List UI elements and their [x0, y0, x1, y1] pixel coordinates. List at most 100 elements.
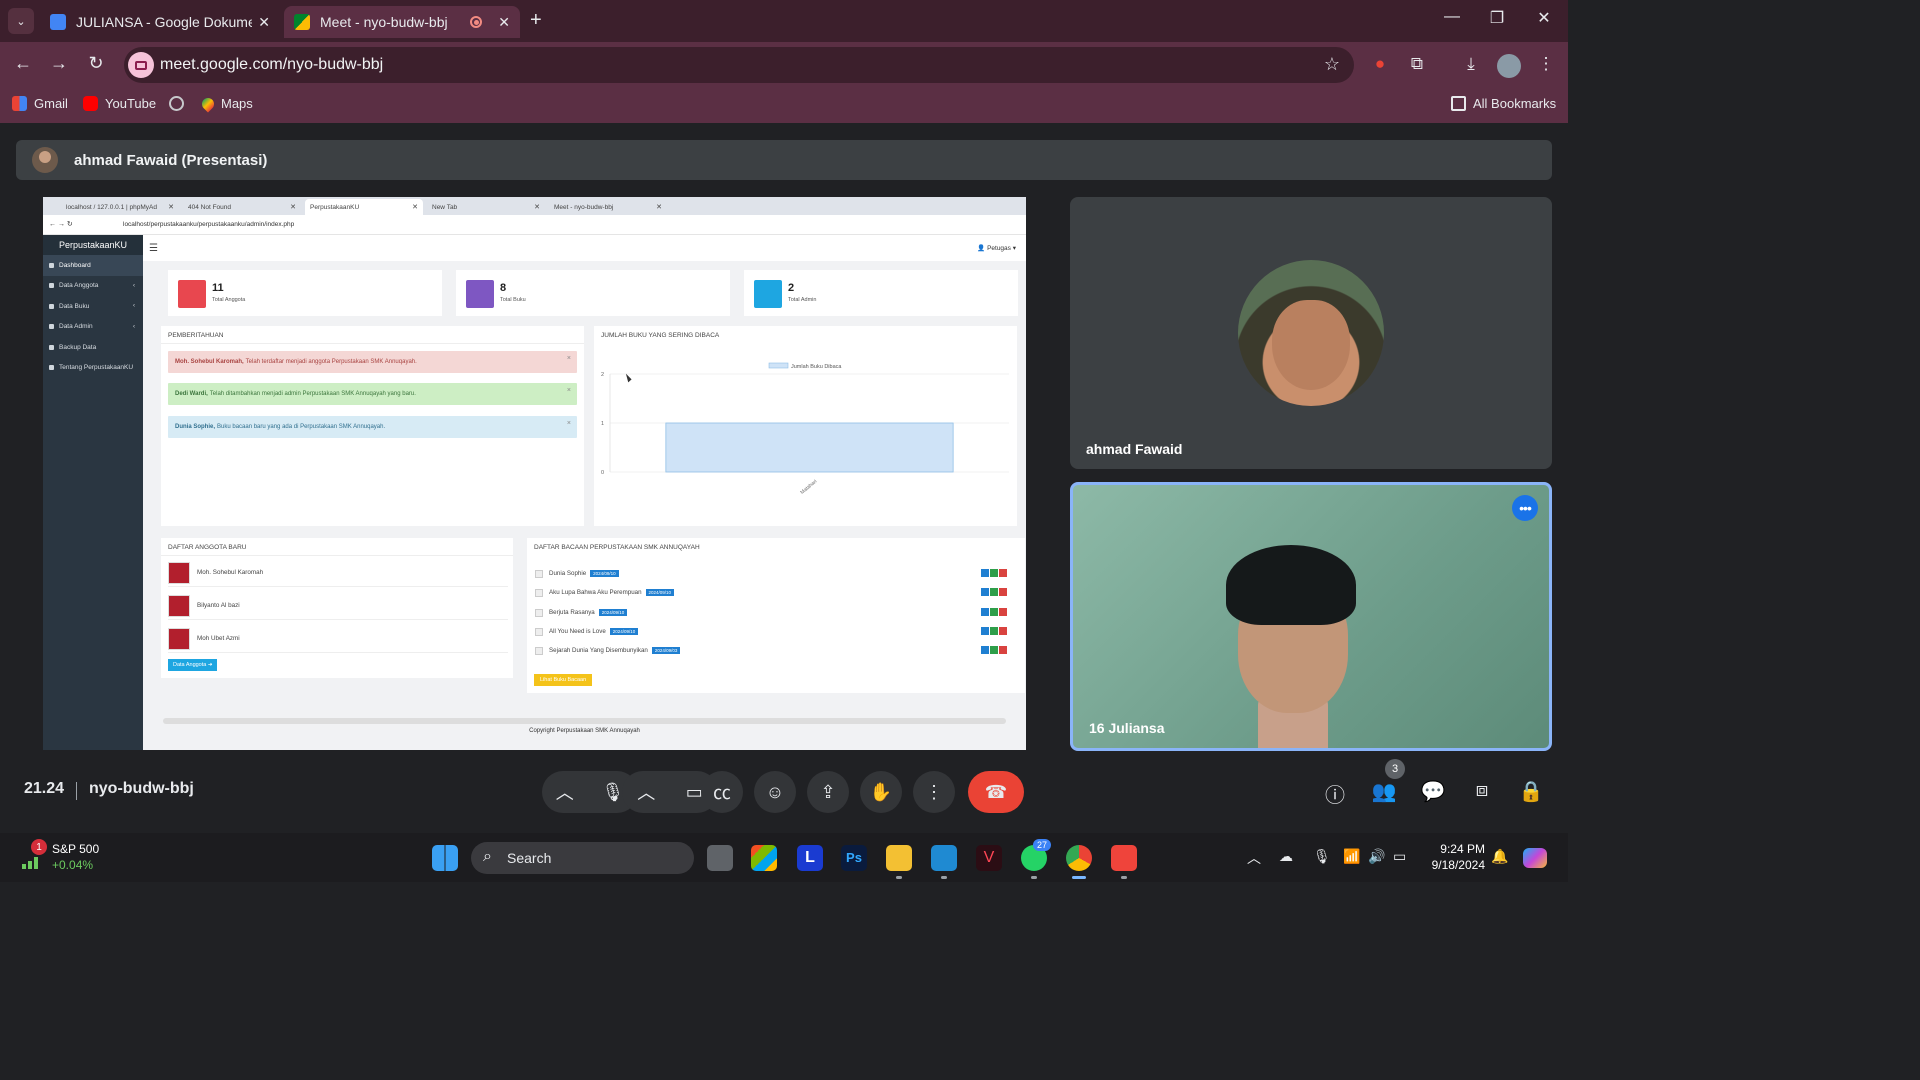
new-tab-button[interactable]: +	[530, 9, 542, 32]
present-button[interactable]: ⇪	[807, 771, 849, 813]
chat-button[interactable]: 💬	[1420, 779, 1446, 805]
participant-name: ahmad Fawaid	[1086, 441, 1183, 457]
book-row: Berjuta Rasanya 2024/09/10	[535, 604, 1011, 621]
shared-tab-active: PerpustakaanKU ✕	[305, 199, 423, 215]
copilot-icon[interactable]	[1523, 848, 1547, 868]
bookmark-globe[interactable]	[169, 96, 191, 111]
back-button[interactable]: ←	[10, 53, 36, 74]
chevron-up-icon[interactable]: ︿	[556, 779, 574, 805]
menu-dashboard: Dashboard	[43, 255, 143, 276]
tab-search-button[interactable]: ⌄	[8, 8, 34, 34]
tab-google-docs[interactable]: JULIANSA - Google Dokumen ✕	[40, 6, 280, 38]
book-row: Aku Lupa Bahwa Aku Perempuan 2024/09/10	[535, 584, 1011, 601]
download-icon[interactable]: ⤓	[1459, 54, 1483, 78]
member-avatar	[168, 627, 190, 650]
microsoft-store-icon[interactable]	[751, 845, 777, 871]
activities-button[interactable]: ⧈	[1469, 779, 1495, 805]
captions-icon: ㏄	[713, 783, 731, 803]
meeting-info-button[interactable]: ⓘ	[1322, 779, 1348, 807]
reload-button[interactable]: ↻	[83, 53, 109, 74]
whatsapp-icon[interactable]: 27	[1021, 839, 1052, 871]
forward-button[interactable]: →	[46, 53, 72, 74]
volume-icon[interactable]: 🔊	[1368, 848, 1385, 865]
button-label: Lihat Buku Bacaan	[540, 677, 587, 683]
all-bookmarks-button[interactable]: All Bookmarks	[1451, 96, 1556, 111]
site-info-icon[interactable]	[128, 52, 154, 78]
browser-tab-bar: ⌄ JULIANSA - Google Dokumen ✕ Meet - nyo…	[0, 0, 1568, 42]
whatsapp-badge: 27	[1033, 839, 1052, 851]
host-controls-button[interactable]: 🔒	[1518, 779, 1544, 805]
file-explorer-icon[interactable]	[886, 845, 912, 871]
extension-red-icon[interactable]: ●	[1368, 54, 1392, 78]
menu-label: Dashboard	[59, 261, 91, 269]
book-actions	[981, 569, 1007, 577]
reactions-button[interactable]: ☺	[754, 771, 796, 813]
bookmark-youtube[interactable]: YouTube	[83, 96, 156, 111]
taskbar-search[interactable]: ⌕ Search	[471, 842, 694, 874]
running-indicator	[941, 876, 947, 879]
chevron-left-icon: ‹	[133, 303, 135, 310]
system-clock[interactable]: 9:24 PM 9/18/2024	[1432, 841, 1485, 873]
restore-button[interactable]: ❐	[1482, 8, 1512, 28]
tab-meet[interactable]: Meet - nyo-budw-bbj ✕	[284, 6, 520, 38]
bookmark-gmail[interactable]: Gmail	[12, 96, 68, 111]
task-view-icon[interactable]	[707, 845, 733, 871]
close-icon: ✕	[656, 204, 662, 211]
show-hidden-icons[interactable]: ︿	[1247, 848, 1261, 868]
books-panel: DAFTAR BACAAN PERPUSTAKAAN SMK ANNUQAYAH…	[527, 538, 1025, 693]
divider	[161, 555, 513, 556]
photoshop-icon[interactable]: Ps	[841, 845, 867, 871]
address-bar[interactable]: meet.google.com/nyo-budw-bbj ☆	[124, 47, 1354, 83]
chart-panel: JUMLAH BUKU YANG SERING DIBACA Jumlah Bu…	[594, 326, 1017, 526]
raise-hand-button[interactable]: ✋	[860, 771, 902, 813]
valorant-icon[interactable]: V	[976, 845, 1002, 871]
book-title: Dunia Sophie	[549, 570, 587, 577]
microphone-tray-icon[interactable]: 🎙	[1313, 848, 1331, 865]
minimize-button[interactable]: —	[1437, 8, 1467, 26]
clock-time: 9:24 PM	[1440, 842, 1485, 856]
book-actions	[981, 646, 1007, 654]
microphone-icon[interactable]: 🎙	[601, 782, 624, 803]
more-options-button[interactable]: ⋮	[913, 771, 955, 813]
anydesk-icon[interactable]	[1111, 845, 1137, 871]
close-tab-icon[interactable]: ✕	[498, 14, 510, 31]
people-button[interactable]: 👥	[1371, 779, 1397, 805]
shared-url: localhost/perpustakaanku/perpustakaanku/…	[123, 221, 295, 228]
shared-tab: localhost / 127.0.0.1 | phpMyAd ✕	[61, 199, 179, 215]
profile-avatar[interactable]	[1497, 54, 1521, 78]
more-options-button[interactable]: •••	[1512, 495, 1538, 521]
extensions-puzzle-icon[interactable]: ⧉	[1405, 54, 1429, 78]
data-anggota-button: Data Anggota ➜	[168, 659, 218, 671]
app-sidebar: PerpustakaanKU Dashboard Data Anggota ‹ D…	[43, 235, 143, 750]
alert-name: Moh. Sohebul Karomah,	[175, 359, 244, 365]
captions-button[interactable]: ㏄	[701, 771, 743, 813]
chart-up-icon	[22, 857, 38, 869]
bookmark-maps[interactable]: Maps	[199, 95, 253, 112]
windows-start-icon[interactable]	[432, 845, 458, 871]
chrome-icon[interactable]	[1066, 845, 1092, 871]
participant-name: 16 Juliansa	[1089, 720, 1165, 736]
member-row: Moh Ubet Azmi	[168, 625, 508, 653]
onedrive-icon[interactable]: ☁	[1279, 848, 1293, 865]
battery-icon[interactable]: ▭	[1393, 848, 1406, 865]
divider	[161, 343, 584, 344]
participant-tile-speaking[interactable]: ••• 16 Juliansa	[1070, 482, 1552, 751]
close-tab-icon[interactable]: ✕	[258, 14, 270, 31]
vscode-icon[interactable]	[931, 845, 957, 871]
stat-value: 2	[788, 282, 795, 294]
notifications-bell-icon[interactable]: 🔔	[1491, 848, 1508, 865]
google-meet-icon	[294, 14, 310, 30]
chevron-up-icon[interactable]: ︿	[637, 779, 655, 805]
l-app-icon[interactable]: L	[797, 845, 823, 871]
shared-tab-title: PerpustakaanKU	[310, 203, 360, 211]
wifi-icon[interactable]: 📶	[1343, 848, 1360, 865]
close-icon: ×	[566, 420, 571, 427]
browser-menu-icon[interactable]: ⋮	[1534, 54, 1558, 78]
close-window-button[interactable]: ✕	[1529, 8, 1559, 28]
bookmark-star-icon[interactable]: ☆	[1324, 54, 1340, 75]
participant-tile[interactable]: ahmad Fawaid	[1070, 197, 1552, 469]
leave-call-button[interactable]: ☎	[968, 771, 1024, 813]
delete-icon	[999, 627, 1007, 635]
notification-alert: Dunia Sophie, Buku bacaan baru yang ada d…	[168, 416, 577, 438]
hang-up-icon: ☎	[984, 781, 1008, 802]
